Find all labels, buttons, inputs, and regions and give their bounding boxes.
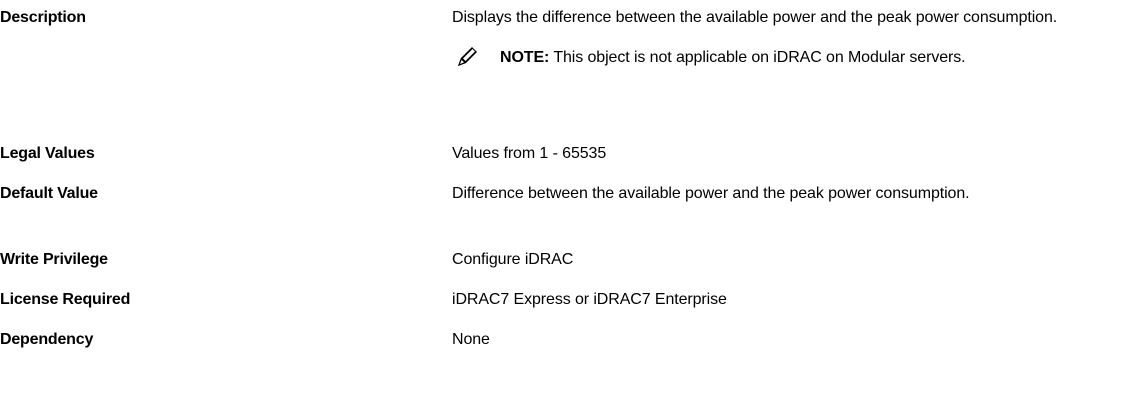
row-value: Displays the difference between the avai… xyxy=(452,6,1122,100)
row-label: Description xyxy=(0,9,86,26)
row-value: Values from 1 - 65535 xyxy=(452,145,607,162)
row-value: iDRAC7 Express or iDRAC7 Enterprise xyxy=(452,291,727,308)
row-label: Default Value xyxy=(0,185,98,202)
row-value: None xyxy=(452,331,490,348)
attribute-property-table: Description Displays the difference betw… xyxy=(0,0,1122,400)
row-label: Write Privilege xyxy=(0,251,108,268)
note-block: NOTE: This object is not applicable on i… xyxy=(452,44,1122,100)
row-value: Configure iDRAC xyxy=(452,251,574,268)
row-value: Difference between the available power a… xyxy=(452,185,970,202)
row-label: Dependency xyxy=(0,331,94,348)
note-body: This object is not applicable on iDRAC o… xyxy=(549,49,966,66)
row-label: Legal Values xyxy=(0,145,95,162)
row-label: License Required xyxy=(0,291,131,308)
note-label: NOTE: xyxy=(500,49,550,66)
value-text: Displays the difference between the avai… xyxy=(452,9,1058,26)
note-text: NOTE: This object is not applicable on i… xyxy=(500,44,1080,72)
note-pencil-icon xyxy=(457,45,479,67)
